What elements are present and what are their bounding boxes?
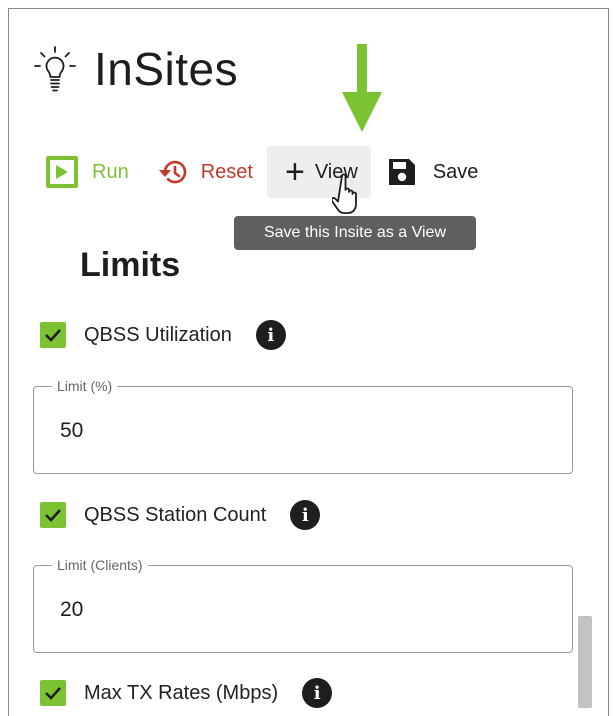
limit-row-max-tx-rates: Max TX Rates (Mbps) i: [40, 678, 333, 708]
limit-clients-field[interactable]: Limit (Clients) 20: [33, 557, 573, 653]
qbss-station-count-label: QBSS Station Count: [84, 503, 267, 526]
limit-row-qbss-utilization: QBSS Utilization i: [40, 320, 286, 350]
checkmark-icon: [45, 687, 61, 700]
floppy-disk-icon: [388, 159, 415, 185]
limits-heading: Limits: [80, 246, 181, 284]
qbss-utilization-checkbox[interactable]: [40, 322, 66, 348]
info-icon[interactable]: i: [302, 678, 333, 708]
max-tx-rates-label: Max TX Rates (Mbps): [84, 681, 279, 704]
history-icon: [158, 160, 186, 184]
app-title: InSites: [94, 43, 239, 95]
info-icon[interactable]: i: [255, 320, 286, 350]
reset-button[interactable]: Reset: [157, 146, 253, 198]
save-label: Save: [432, 160, 479, 183]
limit-clients-value[interactable]: 20: [60, 598, 83, 622]
info-icon[interactable]: i: [290, 500, 321, 530]
limit-percent-value[interactable]: 50: [60, 419, 83, 443]
app-header: InSites: [34, 42, 238, 96]
run-label: Run: [92, 160, 129, 183]
limit-percent-field[interactable]: Limit (%) 50: [33, 378, 573, 474]
qbss-utilization-label: QBSS Utilization: [84, 323, 232, 346]
reset-label: Reset: [200, 160, 253, 183]
limit-percent-field-label: Limit (%): [52, 378, 118, 394]
lightbulb-icon: [34, 46, 76, 92]
save-button[interactable]: Save: [387, 146, 479, 198]
toolbar: Run Reset + View Save: [46, 146, 478, 198]
play-icon: [46, 156, 78, 188]
run-button[interactable]: Run: [46, 146, 129, 198]
scrollbar[interactable]: [578, 616, 592, 708]
qbss-station-count-checkbox[interactable]: [40, 502, 66, 528]
checkmark-icon: [45, 329, 61, 342]
checkmark-icon: [45, 509, 61, 522]
limit-row-qbss-station-count: QBSS Station Count i: [40, 500, 321, 530]
tooltip: Save this Insite as a View: [234, 216, 476, 250]
tooltip-text: Save this Insite as a View: [263, 224, 447, 241]
hand-cursor-icon: [332, 173, 357, 214]
plus-icon: +: [284, 153, 305, 191]
max-tx-rates-checkbox[interactable]: [40, 680, 66, 706]
annotation-arrow-icon: [342, 44, 382, 132]
limit-clients-field-label: Limit (Clients): [52, 557, 148, 573]
